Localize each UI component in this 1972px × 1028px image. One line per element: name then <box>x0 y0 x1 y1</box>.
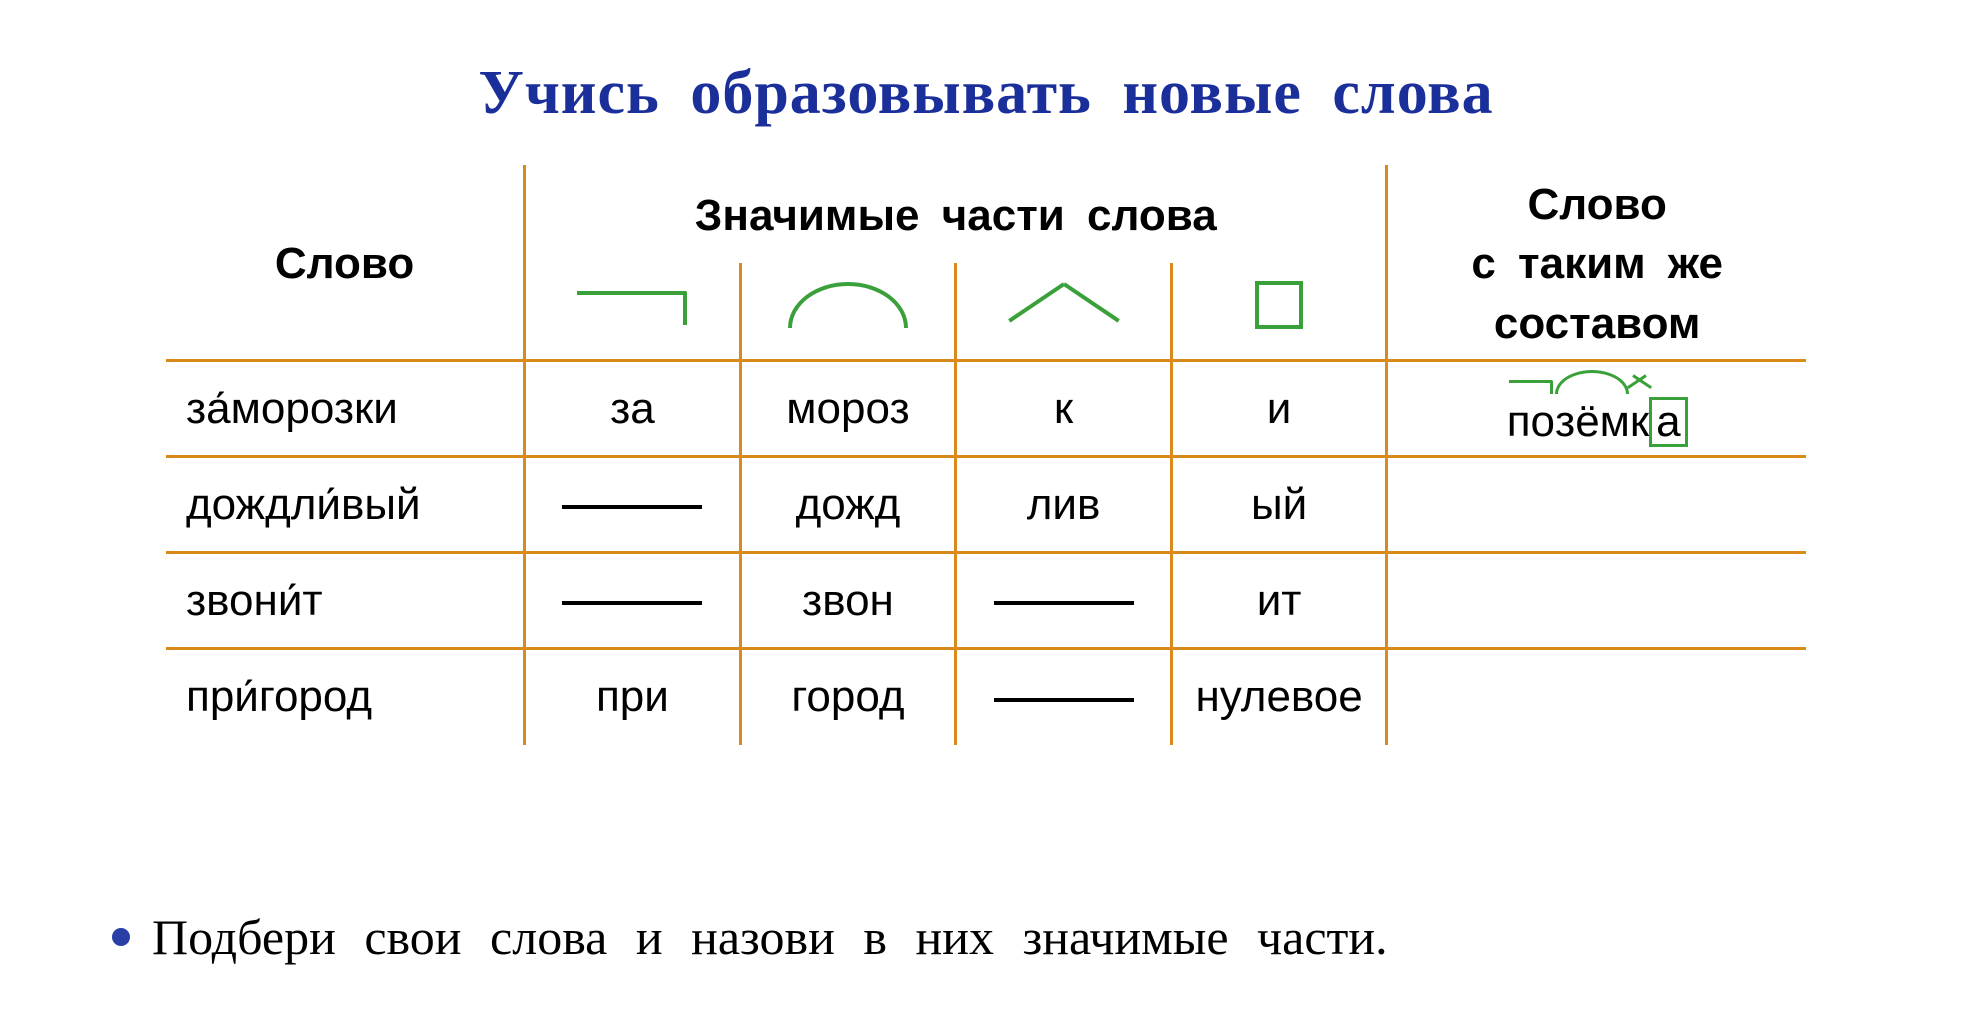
header-parts: Значимые части слова <box>525 165 1387 263</box>
dash-icon <box>562 505 702 509</box>
annot-suffix-text: к <box>1630 397 1649 446</box>
word-parts-table: Слово Значимые части слова Слово с таким… <box>166 165 1806 745</box>
cell-word: за́морозки <box>166 361 525 457</box>
annot-prefix-text: по <box>1507 397 1555 446</box>
dash-icon <box>994 601 1134 605</box>
root-icon <box>1555 370 1629 394</box>
annot-ending: а <box>1649 397 1687 447</box>
annot-root-text: зём <box>1555 397 1630 446</box>
table-row: при́город при город нулевое <box>166 649 1806 745</box>
ending-icon <box>1255 281 1303 329</box>
cell-word: звони́т <box>166 553 525 649</box>
page-title: Учись образовывать новые слова <box>0 58 1972 129</box>
cell-same: по зём к а <box>1387 361 1806 457</box>
cell-ending: и <box>1171 361 1387 457</box>
annot-prefix: по <box>1507 400 1555 444</box>
cell-word: при́город <box>166 649 525 745</box>
cell-prefix: за <box>525 361 741 457</box>
cell-root: звон <box>740 553 956 649</box>
ending-icon: а <box>1649 397 1687 447</box>
annotated-word: по зём к а <box>1507 371 1688 447</box>
table-row: дождли́вый дожд лив ый <box>166 457 1806 553</box>
suffix-icon <box>1630 374 1649 396</box>
suffix-icon <box>1004 282 1124 328</box>
table-row: за́морозки за мороз к и по зём <box>166 361 1806 457</box>
cell-prefix: при <box>525 649 741 745</box>
header-same: Слово с таким же составом <box>1387 165 1806 361</box>
bullet-icon <box>112 928 130 946</box>
header-ending-symbol <box>1171 263 1387 361</box>
cell-same <box>1387 457 1806 553</box>
annot-suffix: к <box>1630 400 1649 444</box>
cell-same <box>1387 649 1806 745</box>
header-suffix-symbol <box>956 263 1172 361</box>
dash-icon <box>994 698 1134 702</box>
page: Учись образовывать новые слова Слово Зна… <box>0 0 1972 1028</box>
task-text: Подбери свои слова и назови в них значим… <box>152 908 1388 966</box>
cell-prefix <box>525 553 741 649</box>
annot-ending-text: а <box>1656 397 1680 446</box>
prefix-icon <box>577 291 687 325</box>
cell-root: дожд <box>740 457 956 553</box>
cell-root: мороз <box>740 361 956 457</box>
task-line: Подбери свои слова и назови в них значим… <box>112 908 1388 966</box>
prefix-icon <box>1509 380 1553 394</box>
cell-ending: ит <box>1171 553 1387 649</box>
cell-same <box>1387 553 1806 649</box>
cell-suffix: лив <box>956 457 1172 553</box>
cell-word: дождли́вый <box>166 457 525 553</box>
cell-suffix <box>956 553 1172 649</box>
cell-prefix <box>525 457 741 553</box>
header-prefix-symbol <box>525 263 741 361</box>
table-row: звони́т звон ит <box>166 553 1806 649</box>
cell-ending: нулевое <box>1171 649 1387 745</box>
annot-root: зём <box>1555 400 1630 444</box>
cell-suffix: к <box>956 361 1172 457</box>
cell-ending: ый <box>1171 457 1387 553</box>
cell-suffix <box>956 649 1172 745</box>
header-root-symbol <box>740 263 956 361</box>
cell-root: город <box>740 649 956 745</box>
root-icon <box>788 282 908 328</box>
dash-icon <box>562 601 702 605</box>
header-word: Слово <box>166 165 525 361</box>
